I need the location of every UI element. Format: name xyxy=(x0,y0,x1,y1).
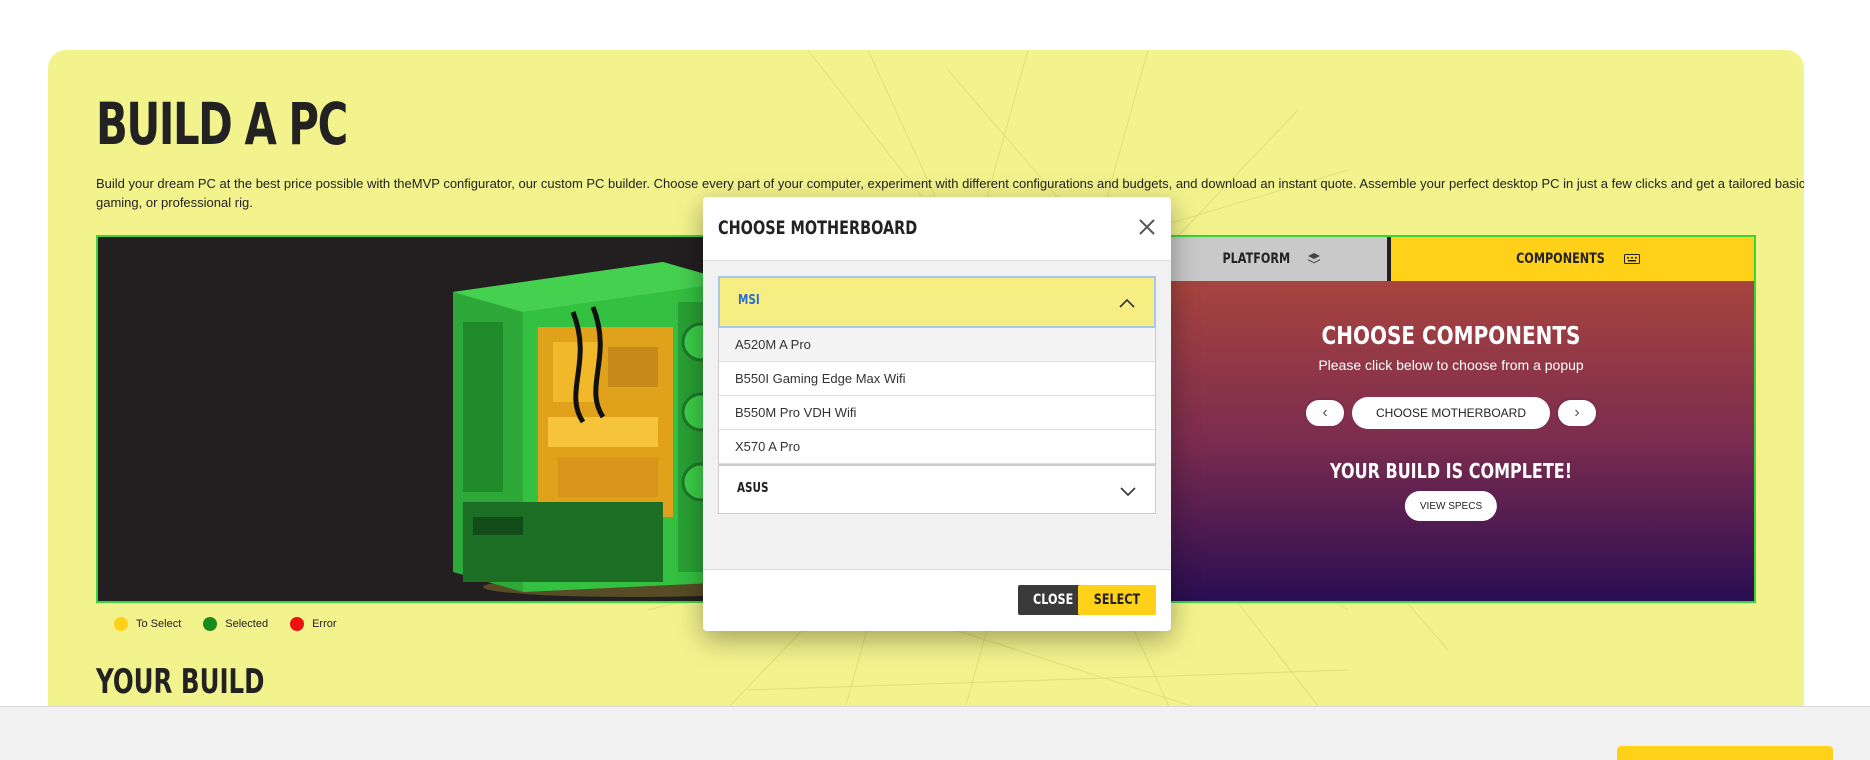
chevron-left-icon: ‹ xyxy=(1322,404,1328,421)
tab-platform[interactable]: PLATFORM xyxy=(1148,237,1387,281)
status-legend: To Select Selected Error xyxy=(114,617,337,631)
close-icon[interactable] xyxy=(1135,215,1159,239)
tab-components[interactable]: COMPONENTS xyxy=(1391,237,1754,281)
list-item[interactable]: B550M Pro VDH Wifi xyxy=(719,396,1155,430)
accordion-label: MSI xyxy=(738,293,760,308)
list-item[interactable]: B550I Gaming Edge Max Wifi xyxy=(719,362,1155,396)
legend-label: To Select xyxy=(136,618,182,630)
accordion-header-msi[interactable]: MSI xyxy=(718,276,1156,328)
legend-error: Error xyxy=(290,617,337,631)
legend-label: Error xyxy=(312,618,337,630)
builder-tabs: PLATFORM COMPONENTS xyxy=(1148,237,1754,281)
bottom-bar xyxy=(0,706,1870,760)
motherboard-options: A520M A Pro B550I Gaming Edge Max Wifi B… xyxy=(718,328,1156,464)
list-item[interactable]: A520M A Pro xyxy=(719,328,1155,362)
components-panel: CHOOSE COMPONENTS Please click below to … xyxy=(1148,281,1754,601)
accordion-header-asus[interactable]: ASUS xyxy=(718,464,1156,514)
select-button[interactable]: SELECT xyxy=(1078,585,1156,615)
accordion-label: ASUS xyxy=(737,481,769,496)
close-button-label: CLOSE xyxy=(1032,592,1073,608)
prev-component-button[interactable]: ‹ xyxy=(1303,398,1346,428)
choose-motherboard-modal: CHOOSE MOTHERBOARD MSI A520M A Pro B550I… xyxy=(703,197,1171,631)
choose-motherboard-button[interactable]: CHOOSE MOTHERBOARD xyxy=(1351,397,1550,429)
legend-dot-icon xyxy=(114,617,128,631)
legend-selected: Selected xyxy=(203,617,268,631)
chevron-right-icon: › xyxy=(1574,404,1580,421)
chevron-down-icon xyxy=(1120,487,1136,497)
brand-accordion: MSI A520M A Pro B550I Gaming Edge Max Wi… xyxy=(718,276,1156,514)
modal-footer: CLOSE SELECT xyxy=(703,569,1171,631)
modal-title: CHOOSE MOTHERBOARD xyxy=(718,217,918,239)
legend-dot-icon xyxy=(290,617,305,631)
legend-label: Selected xyxy=(225,618,269,630)
your-build-heading: YOUR BUILD xyxy=(96,662,265,702)
next-component-button[interactable]: › xyxy=(1556,398,1598,428)
keyboard-icon xyxy=(1623,254,1640,264)
panel-subheading: Please click below to choose from a popu… xyxy=(1318,357,1584,373)
build-complete-text: YOUR BUILD IS COMPLETE! xyxy=(1330,459,1572,483)
panel-heading: CHOOSE COMPONENTS xyxy=(1321,321,1581,350)
page-title: BUILD A PC xyxy=(96,90,348,158)
list-item[interactable]: X570 A Pro xyxy=(719,430,1155,464)
legend-dot-icon xyxy=(203,617,218,631)
modal-header: CHOOSE MOTHERBOARD xyxy=(703,197,1171,261)
legend-to-select: To Select xyxy=(114,617,181,631)
page: BUILD A PC Build your dream PC at the be… xyxy=(0,0,1870,760)
tab-platform-label: PLATFORM xyxy=(1222,251,1291,267)
bottom-action-button[interactable] xyxy=(1617,746,1833,760)
select-button-label: SELECT xyxy=(1093,592,1141,608)
view-specs-button[interactable]: VIEW SPECS xyxy=(1404,491,1498,521)
chevron-up-icon xyxy=(1119,298,1135,308)
tab-components-label: COMPONENTS xyxy=(1516,251,1605,267)
layers-icon xyxy=(1307,253,1320,264)
component-chooser: ‹ CHOOSE MOTHERBOARD › xyxy=(1148,397,1754,429)
